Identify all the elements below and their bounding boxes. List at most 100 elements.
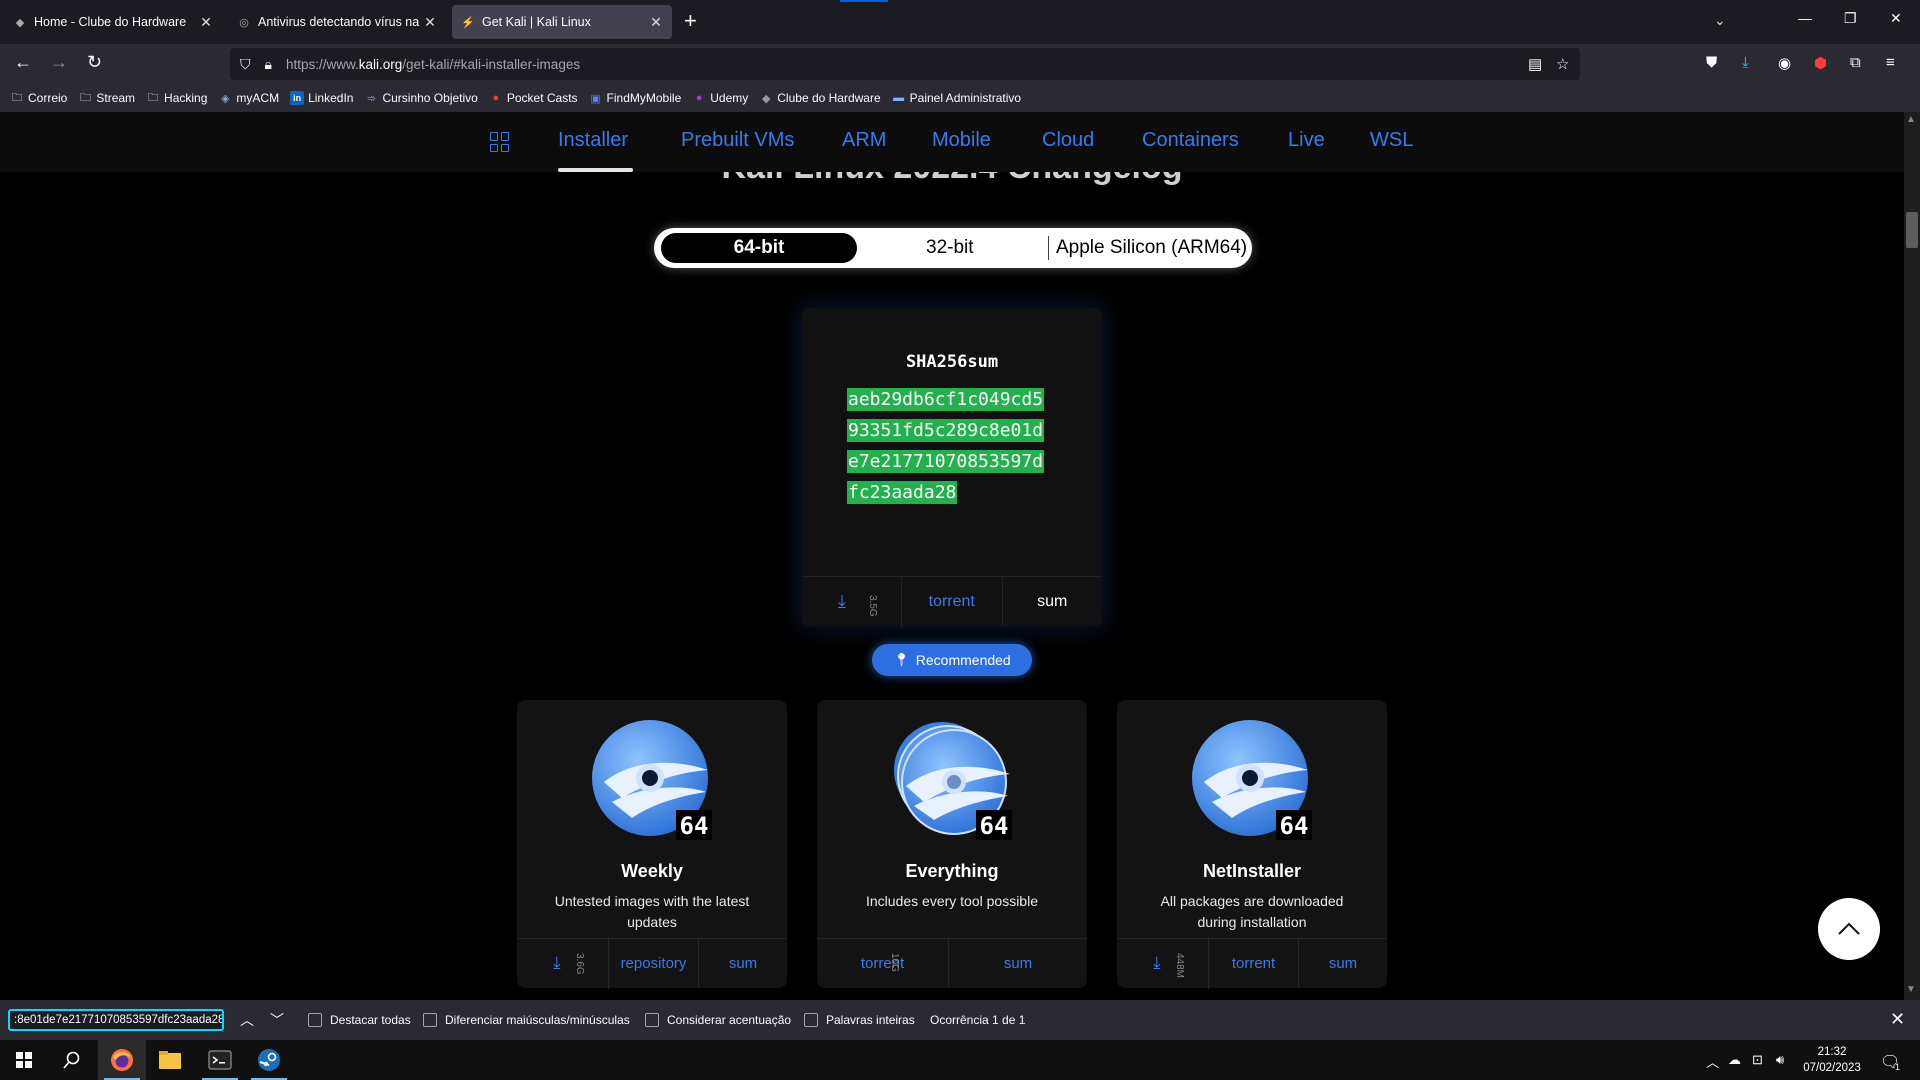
scroll-to-top-button[interactable]: [1818, 898, 1880, 960]
download-category-nav: Installer Prebuilt VMs ARM Mobile Cloud …: [0, 112, 1904, 172]
downloads-icon[interactable]: ⤓: [1742, 54, 1749, 71]
volume-icon[interactable]: 🔊︎: [1776, 1052, 1784, 1068]
checkbox-box[interactable]: [804, 1013, 818, 1027]
ublock-icon[interactable]: ⬢: [1814, 54, 1827, 72]
new-tab-button[interactable]: +: [684, 8, 697, 34]
taskbar-terminal[interactable]: [196, 1040, 244, 1080]
sum-button[interactable]: sum: [699, 939, 787, 988]
download-button[interactable]: ⤓ 448M: [1117, 939, 1209, 989]
taskbar-file-explorer[interactable]: [146, 1040, 194, 1080]
taskbar-firefox[interactable]: [98, 1040, 146, 1080]
pocket-icon[interactable]: ⛊: [1706, 54, 1717, 71]
torrent-link[interactable]: torrent: [1209, 939, 1299, 988]
badge-64: 64: [680, 812, 709, 840]
system-clock[interactable]: 21:32 07/02/2023: [1800, 1044, 1864, 1076]
subnav-containers[interactable]: Containers: [1142, 129, 1239, 152]
subnav-arm[interactable]: ARM: [842, 129, 886, 152]
highlight-all-checkbox[interactable]: Destacar todas: [308, 1013, 411, 1027]
minimize-button[interactable]: —: [1798, 10, 1812, 26]
architecture-selector: 64-bit 32-bit Apple Silicon (ARM64): [654, 228, 1252, 268]
url-bar[interactable]: ⛉ 🔒︎ https://www.kali.org/get-kali/#kali…: [230, 48, 1580, 80]
bookmark-linkedin[interactable]: in LinkedIn: [290, 91, 353, 105]
repository-link[interactable]: repository: [609, 939, 699, 988]
back-arrow-icon[interactable]: ←: [14, 52, 32, 73]
forward-arrow-icon[interactable]: →: [50, 52, 68, 73]
padlock-icon[interactable]: 🔒︎: [265, 56, 272, 73]
loading-indicator: [840, 0, 888, 2]
hash-line[interactable]: e7e21771070853597d: [847, 450, 1045, 473]
subnav-wsl[interactable]: WSL: [1370, 129, 1413, 152]
close-tab-icon[interactable]: ✕: [422, 14, 438, 31]
bookmark-painel-administrativo[interactable]: ▬ Painel Administrativo: [892, 91, 1021, 105]
scroll-down-arrow-icon[interactable]: ▼: [1906, 984, 1916, 995]
bookmark-pocket-casts[interactable]: ● Pocket Casts: [489, 91, 578, 105]
show-hidden-icons-chevron-icon[interactable]: ︿: [1706, 1052, 1719, 1071]
network-icon[interactable]: ⊡: [1752, 1052, 1763, 1068]
clock-time: 21:32: [1817, 1046, 1847, 1058]
onedrive-cloud-icon[interactable]: ☁: [1728, 1052, 1741, 1068]
reader-view-icon[interactable]: ▤: [1528, 55, 1542, 73]
subnav-prebuilt-vms[interactable]: Prebuilt VMs: [681, 129, 794, 152]
tab-clube-do-hardware[interactable]: ◆ Home - Clube do Hardware ✕: [4, 5, 222, 39]
find-next-chevron-down-icon[interactable]: ﹀: [270, 1010, 284, 1030]
torrent-link[interactable]: torrent 10G: [817, 939, 949, 988]
download-button[interactable]: ⤓ 3.5G: [802, 577, 902, 627]
subnav-installer[interactable]: Installer: [558, 129, 628, 152]
url-text[interactable]: https://www.kali.org/get-kali/#kali-inst…: [286, 57, 580, 72]
hash-line[interactable]: fc23aada28: [847, 481, 958, 504]
bookmark-clube-do-hardware[interactable]: ◆ Clube do Hardware: [759, 91, 881, 105]
close-window-button[interactable]: ✕: [1890, 10, 1902, 27]
subnav-cloud[interactable]: Cloud: [1042, 129, 1094, 152]
arch-64bit-option[interactable]: 64-bit: [661, 233, 857, 263]
search-button[interactable]: [48, 1040, 96, 1080]
extension-globe-icon[interactable]: ◉: [1778, 54, 1791, 72]
tab-get-kali[interactable]: ⚡ Get Kali | Kali Linux ✕: [452, 5, 672, 39]
tracking-shield-icon[interactable]: ⛉: [240, 56, 251, 73]
extensions-puzzle-icon[interactable]: ⧉: [1850, 54, 1861, 71]
match-diacritics-checkbox[interactable]: Considerar acentuação: [645, 1013, 791, 1027]
close-tab-icon[interactable]: ✕: [648, 14, 664, 31]
restore-button[interactable]: ❐: [1844, 10, 1857, 27]
scrollbar-thumb[interactable]: [1906, 212, 1918, 248]
list-all-tabs-chevron-icon[interactable]: ⌄: [1714, 12, 1726, 29]
arch-arm64-option[interactable]: Apple Silicon (ARM64): [1056, 237, 1247, 259]
bookmark-star-icon[interactable]: ☆: [1556, 55, 1569, 73]
scroll-up-arrow-icon[interactable]: ▲: [1906, 114, 1916, 125]
sum-button[interactable]: sum: [1001, 577, 1103, 626]
bookmark-hacking[interactable]: 🗀 Hacking: [146, 91, 208, 105]
bookmark-myacm[interactable]: ◈ myACM: [218, 91, 279, 105]
find-input[interactable]: :8e01de7e21771070853597dfc23aada28: [8, 1009, 224, 1031]
sum-button[interactable]: sum: [1299, 939, 1387, 988]
subnav-mobile[interactable]: Mobile: [932, 129, 991, 152]
close-find-bar-icon[interactable]: ✕: [1890, 1009, 1905, 1030]
download-button[interactable]: ⤓ 3.6G: [517, 939, 609, 989]
tab-title: Home - Clube do Hardware: [34, 15, 187, 29]
hash-line[interactable]: aeb29db6cf1c049cd5: [847, 388, 1045, 411]
bookmark-findmymobile[interactable]: ▣ FindMyMobile: [589, 91, 681, 105]
clubedohardware-icon: ◆: [762, 92, 771, 105]
reload-icon[interactable]: ↻: [87, 52, 102, 73]
torrent-link[interactable]: torrent: [902, 577, 1002, 626]
tab-antivirus[interactable]: ◎ Antivirus detectando vírus na is ✕: [228, 5, 446, 39]
bookmark-correio[interactable]: 🗀 Correio: [10, 91, 68, 105]
sum-button[interactable]: sum: [949, 939, 1087, 988]
bookmark-udemy[interactable]: ● Udemy: [692, 91, 748, 105]
checkbox-box[interactable]: [423, 1013, 437, 1027]
card-title: NetInstaller: [1202, 861, 1302, 881]
checkbox-box[interactable]: [645, 1013, 659, 1027]
whole-words-checkbox[interactable]: Palavras inteiras: [804, 1013, 915, 1027]
bookmark-stream[interactable]: 🗀 Stream: [78, 91, 135, 105]
start-button[interactable]: [0, 1040, 48, 1080]
firefox-icon: [111, 1049, 133, 1071]
match-case-checkbox[interactable]: Diferenciar maiúsculas/minúsculas: [423, 1013, 630, 1027]
subnav-live[interactable]: Live: [1288, 129, 1325, 152]
taskbar-steam[interactable]: [245, 1040, 293, 1080]
close-tab-icon[interactable]: ✕: [198, 14, 214, 31]
checkbox-box[interactable]: [308, 1013, 322, 1027]
arch-32bit-option[interactable]: 32-bit: [926, 237, 974, 259]
menu-hamburger-icon[interactable]: ≡: [1886, 54, 1895, 71]
bookmark-cursinho-objetivo[interactable]: ➾ Cursinho Objetivo: [364, 91, 478, 105]
hash-line[interactable]: 93351fd5c289c8e01d: [847, 419, 1045, 442]
find-previous-chevron-up-icon[interactable]: ︿: [240, 1010, 254, 1030]
grid-menu-icon[interactable]: [490, 132, 510, 152]
